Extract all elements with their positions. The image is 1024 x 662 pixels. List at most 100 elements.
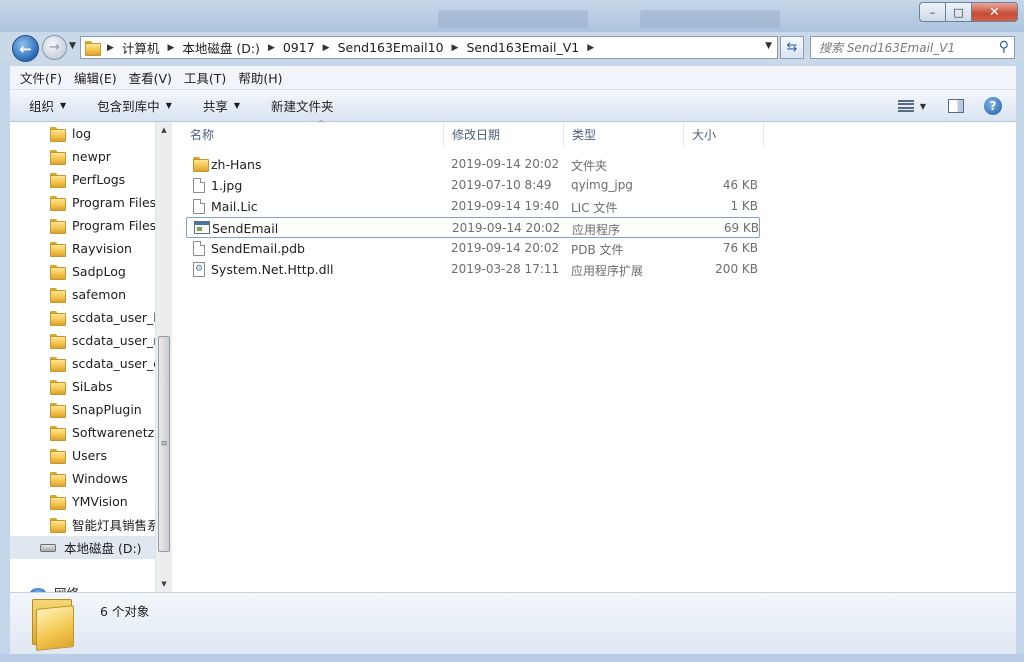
tree-item-users[interactable]: Users (10, 444, 155, 467)
breadcrumb-drive[interactable]: 本地磁盘 (D:) (182, 38, 260, 57)
organize-label: 组织 (29, 99, 55, 114)
include-in-library-label: 包含到库中 (97, 99, 160, 114)
search-icon[interactable]: ⚲ (999, 39, 1009, 55)
dll-icon (193, 262, 205, 277)
share-label: 共享 (202, 99, 228, 114)
chevron-right-icon[interactable]: ▶ (107, 43, 114, 53)
chevron-down-icon[interactable]: ▼ (920, 102, 926, 111)
help-icon[interactable]: ? (984, 97, 1002, 115)
share-button[interactable]: 共享 ▼ (203, 96, 240, 115)
file-size: 69 KB (723, 221, 759, 235)
search-input[interactable] (811, 40, 987, 55)
close-button[interactable]: ✕ (972, 2, 1018, 22)
tree-scrollbar[interactable]: ▲ ≡ ▼ (155, 122, 172, 592)
file-row-system-net-http-dll[interactable]: System.Net.Http.dll 2019-03-28 17:11 应用程… (186, 259, 760, 280)
tree-item-program-files-x86[interactable]: Program Files (10, 214, 155, 237)
tree-item-program-files[interactable]: Program Files (10, 191, 155, 214)
address-dropdown-icon[interactable]: ▼ (765, 41, 772, 51)
command-bar: 组织 ▼ 包含到库中 ▼ 共享 ▼ 新建文件夹 ▼ ? (10, 90, 1016, 122)
address-bar[interactable]: ▶ 计算机 ▶ 本地磁盘 (D:) ▶ 0917 ▶ Send163Email1… (80, 36, 778, 59)
file-row-zh-hans[interactable]: zh-Hans 2019-09-14 20:02 文件夹 (186, 154, 760, 175)
chevron-right-icon[interactable]: ▶ (323, 43, 330, 53)
maximize-button[interactable]: □ (946, 2, 972, 22)
tree-item-perflogs[interactable]: PerfLogs (10, 168, 155, 191)
file-name: zh-Hans (211, 157, 262, 172)
chevron-right-icon[interactable]: ▶ (587, 43, 594, 53)
tree-item-softwarenetz[interactable]: Softwarenetz (10, 421, 155, 444)
forward-button[interactable]: → (42, 35, 67, 60)
tree-item-sadplog[interactable]: SadpLog (10, 260, 155, 283)
tree-item-safemon[interactable]: safemon (10, 283, 155, 306)
breadcrumb-computer[interactable]: 计算机 (122, 38, 160, 57)
file-name: System.Net.Http.dll (211, 262, 334, 277)
refresh-button[interactable]: ⇆ (780, 36, 804, 59)
details-pane: 6 个对象 (10, 592, 1016, 654)
file-icon (193, 241, 205, 256)
tree-item-drive-d[interactable]: 本地磁盘 (D:) (10, 536, 155, 559)
column-header-type[interactable]: 类型 (564, 122, 684, 146)
menu-edit[interactable]: 编辑(E) (68, 68, 123, 87)
folder-icon (50, 472, 66, 487)
view-options-icon[interactable] (897, 100, 914, 112)
file-type: PDB 文件 (571, 243, 624, 257)
scrollbar-thumb[interactable]: ≡ (158, 336, 170, 552)
breadcrumb-send163email-v1[interactable]: Send163Email_V1 (466, 40, 579, 55)
menu-view[interactable]: 查看(V) (123, 68, 178, 87)
tree-item-rayvision[interactable]: Rayvision (10, 237, 155, 260)
file-size: 1 KB (730, 199, 758, 213)
tree-item-scdata-user-q[interactable]: scdata_user_q (10, 352, 155, 375)
include-in-library-button[interactable]: 包含到库中 ▼ (97, 96, 172, 115)
file-row-sendemail-pdb[interactable]: SendEmail.pdb 2019-09-14 20:02 PDB 文件 76… (186, 238, 760, 259)
scroll-down-arrow-icon[interactable]: ▼ (156, 576, 172, 592)
breadcrumb-send163email10[interactable]: Send163Email10 (338, 40, 444, 55)
tree-item-newpr[interactable]: newpr (10, 145, 155, 168)
menu-tools[interactable]: 工具(T) (178, 68, 232, 87)
file-type: 文件夹 (571, 159, 608, 173)
large-folder-icon (32, 599, 78, 651)
folder-icon (50, 127, 66, 142)
minimize-button[interactable]: – (919, 2, 946, 22)
tree-item-ymvision[interactable]: YMVision (10, 490, 155, 513)
column-header-date[interactable]: 修改日期 (444, 122, 564, 146)
file-row-mail-lic[interactable]: Mail.Lic 2019-09-14 19:40 LIC 文件 1 KB (186, 196, 760, 217)
view-controls: ▼ ? (897, 90, 1016, 122)
folder-icon (50, 380, 66, 395)
folder-icon (50, 334, 66, 349)
preview-pane-icon[interactable] (948, 99, 964, 113)
scroll-up-arrow-icon[interactable]: ▲ (156, 122, 172, 138)
tree-item-scdata-user-lc[interactable]: scdata_user_lc (10, 306, 155, 329)
new-folder-button[interactable]: 新建文件夹 (271, 96, 334, 115)
column-header-name[interactable]: 名称 ^ (182, 119, 444, 146)
tree-item-log[interactable]: log (10, 122, 155, 145)
tree-item-silabs[interactable]: SiLabs (10, 375, 155, 398)
tree-item-snapplugin[interactable]: SnapPlugin (10, 398, 155, 421)
file-name: SendEmail.pdb (211, 241, 305, 256)
file-row-1-jpg[interactable]: 1.jpg 2019-07-10 8:49 qyimg_jpg 46 KB (186, 175, 760, 196)
file-date: 2019-07-10 8:49 (451, 178, 552, 192)
tree-item-lighting-sales[interactable]: 智能灯具销售系 (10, 513, 155, 536)
menu-help[interactable]: 帮助(H) (232, 68, 288, 87)
chevron-down-icon: ▼ (60, 101, 67, 110)
menu-file[interactable]: 文件(F) (14, 68, 68, 87)
title-blur-region (640, 10, 780, 28)
file-type: LIC 文件 (571, 201, 618, 215)
chevron-right-icon[interactable]: ▶ (268, 43, 275, 53)
organize-button[interactable]: 组织 ▼ (29, 96, 66, 115)
breadcrumb-0917[interactable]: 0917 (283, 40, 315, 55)
back-button[interactable]: ← (12, 35, 39, 62)
recent-pages-dropdown[interactable]: ▼ (69, 41, 76, 51)
file-date: 2019-03-28 17:11 (451, 262, 560, 276)
folder-icon (50, 403, 66, 418)
file-row-sendemail[interactable]: SendEmail 2019-09-14 20:02 应用程序 69 KB (186, 217, 760, 238)
application-icon (194, 221, 210, 234)
chevron-right-icon[interactable]: ▶ (167, 43, 174, 53)
caption-buttons: – □ ✕ (919, 2, 1018, 22)
navigation-tree: log newpr PerfLogs Program Files Program… (10, 122, 155, 592)
tree-item-windows[interactable]: Windows (10, 467, 155, 490)
tree-item-network[interactable]: 网络 (10, 581, 155, 592)
column-header-size[interactable]: 大小 (684, 122, 764, 146)
chevron-right-icon[interactable]: ▶ (452, 43, 459, 53)
file-size: 200 KB (715, 262, 758, 276)
tree-item-scdata-user-m[interactable]: scdata_user_m (10, 329, 155, 352)
file-date: 2019-09-14 20:02 (451, 157, 560, 171)
